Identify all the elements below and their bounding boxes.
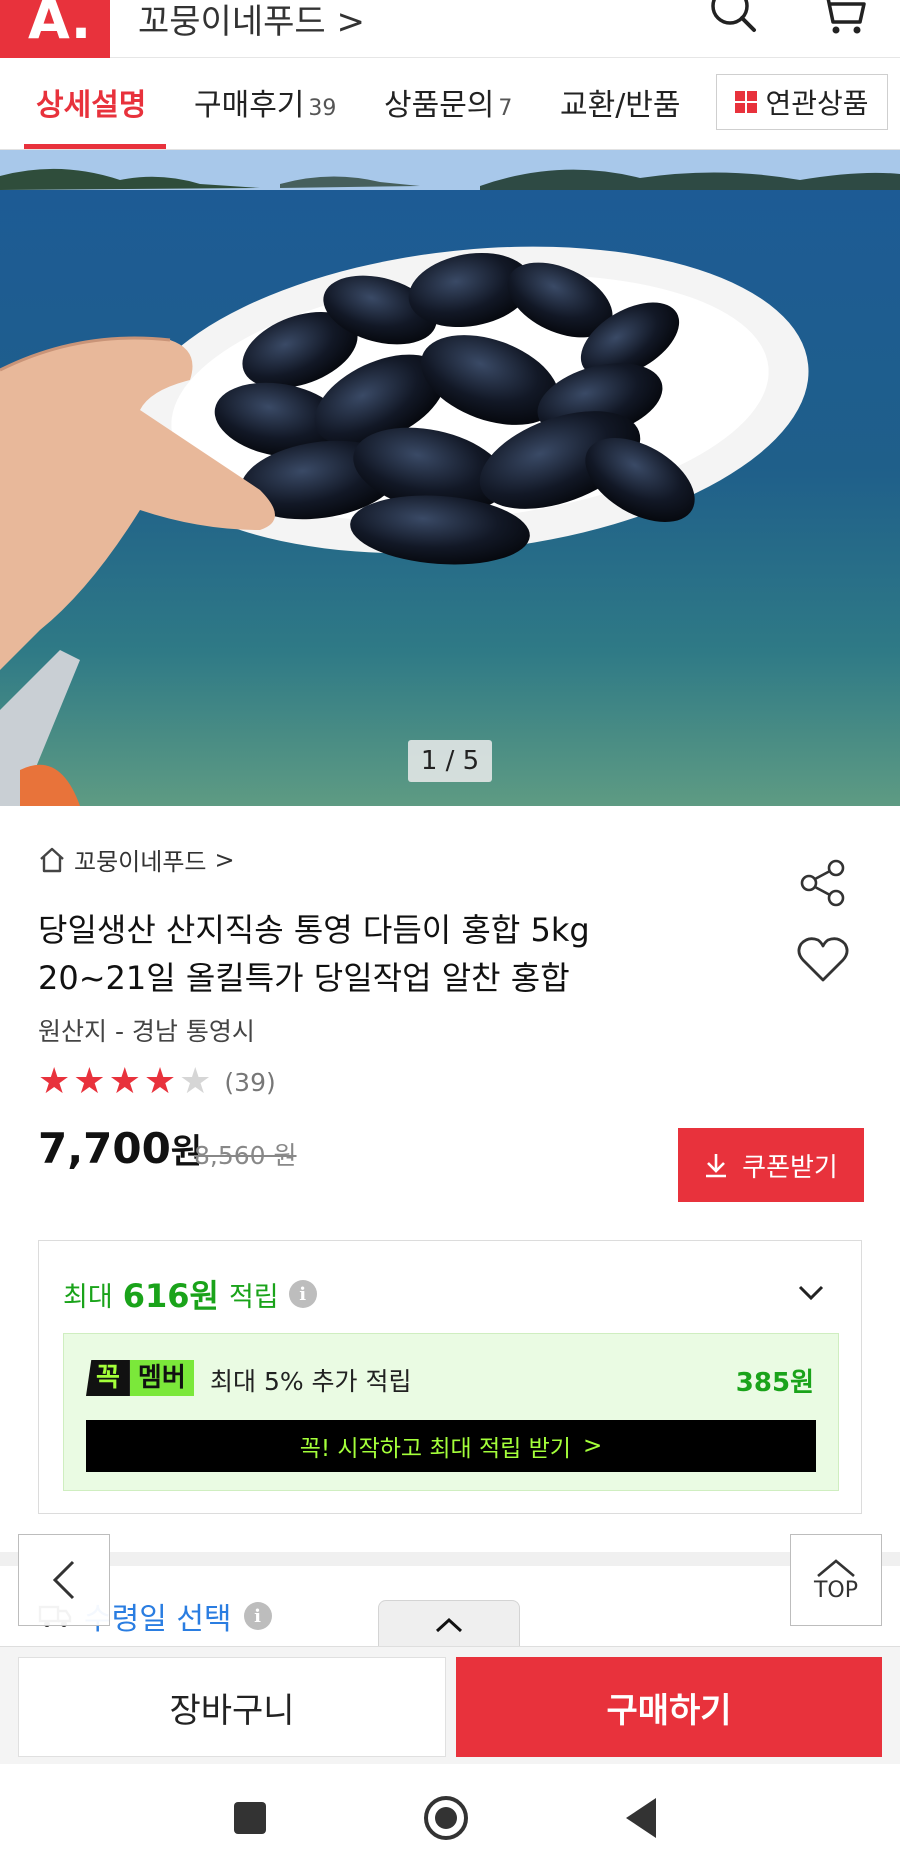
star-empty-icon: ★ <box>179 1061 212 1102</box>
chevron-left-icon <box>52 1560 75 1600</box>
grid-icon <box>735 91 758 113</box>
tab-reviews[interactable]: 구매후기 39 <box>194 80 336 124</box>
star-filled-icon: ★ <box>108 1061 141 1102</box>
download-icon <box>706 1154 727 1178</box>
tab-detail[interactable]: 상세설명 <box>36 80 146 124</box>
shop-name: 꼬뭉이네푸드 <box>74 848 207 876</box>
buy-now-button[interactable]: 구매하기 <box>456 1657 882 1757</box>
tab-exchange-return[interactable]: 교환/반품 <box>560 80 688 124</box>
max-points-amount: 616원 <box>122 1277 219 1315</box>
rating-stars[interactable]: ★ ★ ★ ★ ★ (39) <box>38 1064 276 1100</box>
add-to-cart-button[interactable]: 장바구니 <box>18 1657 446 1757</box>
related-products-button[interactable]: 연관상품 <box>716 74 888 130</box>
star-filled-icon: ★ <box>38 1061 71 1102</box>
original-price: 8,560 원 <box>194 1141 297 1170</box>
heart-icon[interactable] <box>796 934 850 984</box>
tab-inquiries[interactable]: 상품문의 7 <box>384 80 512 124</box>
chevron-right-icon: > <box>582 1433 603 1459</box>
review-count: (39) <box>224 1067 276 1097</box>
options-drawer-handle[interactable] <box>378 1600 520 1648</box>
store-logo[interactable]: A. <box>0 0 110 58</box>
member-start-button[interactable]: 꼭! 시작하고 최대 적립 받기 > <box>86 1420 816 1472</box>
info-icon[interactable]: i <box>243 1602 272 1630</box>
app-header: A. 꼬뭉이네푸드 > <box>0 0 900 58</box>
purchase-bar: 장바구니 구매하기 <box>0 1646 900 1764</box>
search-icon[interactable] <box>708 0 760 36</box>
back-button[interactable] <box>18 1534 110 1626</box>
back-triangle-icon[interactable] <box>626 1798 656 1838</box>
product-title: 당일생산 산지직송 통영 다듬이 홍합 5kg 20~21일 올킬특가 당일작업… <box>38 911 590 997</box>
product-image-carousel[interactable]: 1 / 5 <box>0 150 900 806</box>
sale-price: 7,700원 <box>38 1124 203 1173</box>
max-points-line: 최대 616원 적립 i <box>63 1271 317 1317</box>
section-divider <box>0 1552 900 1566</box>
system-navigation-bar <box>0 1764 900 1873</box>
chevron-up-icon <box>817 1558 855 1577</box>
shop-link-row[interactable]: 꼬뭉이네푸드 > <box>38 842 235 877</box>
image-counter: 1 / 5 <box>408 740 492 782</box>
member-extra-amount: 385원 <box>735 1368 814 1398</box>
cart-icon[interactable] <box>818 0 870 36</box>
chevron-up-icon <box>435 1617 463 1632</box>
section-tabs: 상세설명 구매후기 39 상품문의 7 교환/반품 연관상품 <box>0 58 900 150</box>
coupon-button[interactable]: 쿠폰받기 <box>678 1128 864 1202</box>
member-badge: 꼭 멤버 <box>86 1360 194 1396</box>
active-tab-indicator <box>24 144 166 149</box>
member-extra-text: 최대 5% 추가 적립 <box>210 1367 412 1396</box>
header-shop-link[interactable]: 꼬뭉이네푸드 > <box>138 0 365 43</box>
recent-apps-icon[interactable] <box>234 1802 266 1834</box>
home-button-icon[interactable] <box>424 1796 468 1840</box>
share-icon[interactable] <box>798 858 848 908</box>
member-promo: 꼭 멤버 최대 5% 추가 적립 385원 꼭! 시작하고 최대 적립 받기 > <box>63 1333 839 1491</box>
points-box: 최대 616원 적립 i 꼭 멤버 최대 5% 추가 적립 385원 꼭! 시작… <box>38 1240 862 1514</box>
star-filled-icon: ★ <box>73 1061 106 1102</box>
star-filled-icon: ★ <box>143 1061 177 1102</box>
info-icon[interactable]: i <box>288 1280 317 1308</box>
chevron-right-icon: > <box>214 845 235 874</box>
home-icon <box>40 847 64 872</box>
chevron-down-icon[interactable] <box>797 1279 825 1307</box>
scroll-top-button[interactable]: TOP <box>790 1534 882 1626</box>
product-photo <box>0 150 900 806</box>
product-origin: 원산지 - 경남 통영시 <box>38 1017 255 1046</box>
